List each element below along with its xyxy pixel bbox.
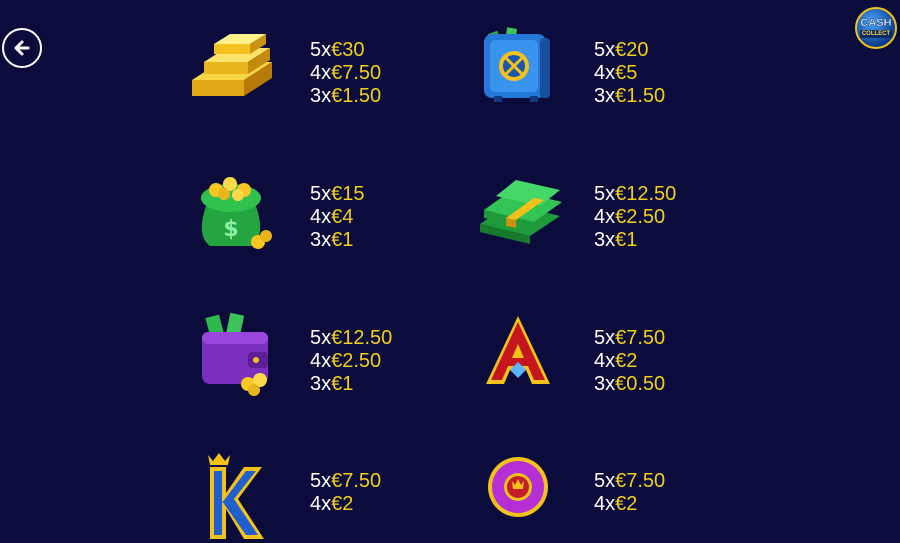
letter-a-icon [470, 310, 566, 400]
logo-line1: CASH [860, 17, 892, 29]
pay-row: 5x€12.50 [310, 327, 392, 350]
logo-line2: COLLECT [859, 30, 893, 38]
paytable-entry-letter-k: 5x€7.50 4x€2 [186, 453, 476, 543]
safe-icon [470, 22, 566, 112]
pay-multiplier: 5x [310, 183, 332, 205]
pay-value: €12.50 [331, 327, 393, 349]
pay-row: 4x€2 [594, 493, 665, 516]
pay-multiplier: 4x [594, 493, 616, 515]
pay-row: 3x€0.50 [594, 373, 665, 396]
pay-row: 4x€2.50 [310, 350, 392, 373]
pay-row: 4x€7.50 [310, 62, 381, 85]
pay-row: 3x€1 [594, 229, 676, 252]
pay-multiplier: 4x [594, 206, 616, 228]
pay-multiplier: 3x [594, 229, 616, 251]
pay-row: 4x€4 [310, 206, 365, 229]
pay-value: €2 [615, 493, 638, 515]
pay-row: 5x€20 [594, 39, 665, 62]
pay-multiplier: 4x [310, 62, 332, 84]
pay-value: €7.50 [331, 62, 382, 84]
pay-row: 5x€7.50 [310, 470, 381, 493]
pay-row: 3x€1.50 [594, 85, 665, 108]
pay-value: €7.50 [331, 470, 382, 492]
pay-row: 3x€1 [310, 373, 392, 396]
pay-value: €12.50 [615, 183, 677, 205]
pay-value: €15 [331, 183, 365, 205]
paytable-entry-wallet: 5x€12.50 4x€2.50 3x€1 [186, 310, 476, 400]
letter-q-icon [470, 453, 566, 543]
pay-value: €20 [615, 39, 649, 61]
paytable-entry-letter-a: 5x€7.50 4x€2 3x€0.50 [470, 310, 760, 400]
pay-multiplier: 5x [310, 39, 332, 61]
svg-text:$: $ [223, 217, 238, 242]
pay-multiplier: 5x [594, 183, 616, 205]
pay-multiplier: 5x [310, 470, 332, 492]
pay-row: 5x€15 [310, 183, 365, 206]
pay-row: 5x€7.50 [594, 470, 665, 493]
pay-value: €1.50 [331, 85, 382, 107]
pay-multiplier: 4x [310, 206, 332, 228]
pay-row: 4x€2.50 [594, 206, 676, 229]
pay-value: €7.50 [615, 327, 666, 349]
pay-multiplier: 4x [310, 350, 332, 372]
gold-bars-icon [186, 22, 282, 112]
pay-value: €2 [331, 493, 354, 515]
pay-row: 4x€2 [594, 350, 665, 373]
pay-multiplier: 3x [310, 229, 332, 251]
paytable-entry-gold-bars: 5x€30 4x€7.50 3x€1.50 [186, 22, 476, 112]
wallet-icon [186, 310, 282, 400]
pay-multiplier: 3x [310, 373, 332, 395]
pay-value: €2.50 [615, 206, 666, 228]
pay-multiplier: 5x [594, 470, 616, 492]
pay-multiplier: 5x [594, 327, 616, 349]
pay-value: €4 [331, 206, 354, 228]
paytable-entry-cash-stacks: 5x€12.50 4x€2.50 3x€1 [470, 166, 760, 256]
pay-multiplier: 3x [594, 85, 616, 107]
pay-multiplier: 4x [594, 62, 616, 84]
pay-row: 5x€7.50 [594, 327, 665, 350]
pay-value: €7.50 [615, 470, 666, 492]
pay-value: €2 [615, 350, 638, 372]
paytable-entry-letter-q: 5x€7.50 4x€2 [470, 453, 760, 543]
pay-value: €0.50 [615, 373, 666, 395]
pay-value: €1 [615, 229, 638, 251]
pay-value: €2.50 [331, 350, 382, 372]
letter-k-icon [186, 453, 282, 543]
pay-value: €5 [615, 62, 638, 84]
pay-value: €1 [331, 373, 354, 395]
cash-stacks-icon [470, 166, 566, 256]
pay-multiplier: 5x [594, 39, 616, 61]
pay-row: 5x€12.50 [594, 183, 676, 206]
back-button[interactable] [2, 28, 42, 68]
arrow-left-icon [14, 40, 30, 56]
money-bag-icon: $ [186, 166, 282, 256]
pay-multiplier: 5x [310, 327, 332, 349]
pay-row: 4x€2 [310, 493, 381, 516]
pay-multiplier: 4x [310, 493, 332, 515]
pay-value: €30 [331, 39, 365, 61]
pay-row: 5x€30 [310, 39, 381, 62]
paytable-entry-money-bag: $ 5x€15 4x€4 3x€1 [186, 166, 476, 256]
pay-multiplier: 4x [594, 350, 616, 372]
pay-value: €1 [331, 229, 354, 251]
pay-multiplier: 3x [594, 373, 616, 395]
pay-row: 4x€5 [594, 62, 665, 85]
paytable-entry-safe: 5x€20 4x€5 3x€1.50 [470, 22, 760, 112]
pay-multiplier: 3x [310, 85, 332, 107]
cash-collect-logo: CASH COLLECT [855, 7, 897, 49]
pay-row: 3x€1 [310, 229, 365, 252]
pay-row: 3x€1.50 [310, 85, 381, 108]
pay-value: €1.50 [615, 85, 666, 107]
